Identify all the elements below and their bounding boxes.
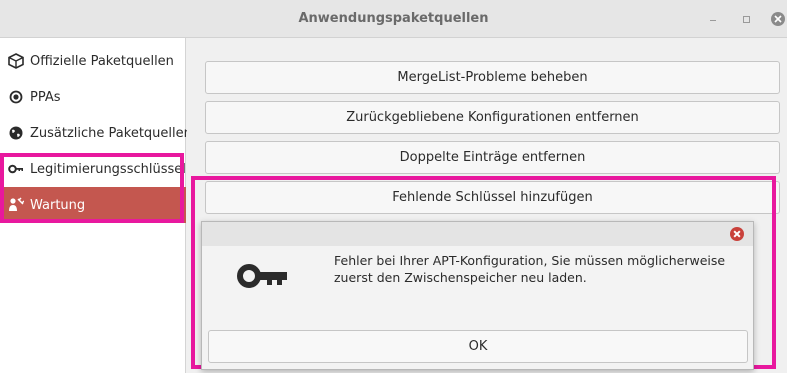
globe-icon (9, 126, 23, 140)
sidebar-item-ppas[interactable]: PPAs (0, 79, 186, 115)
sidebar-item-label: Legitimierungsschlüssel (30, 161, 186, 177)
close-icon (774, 15, 782, 23)
ok-button[interactable]: OK (208, 330, 748, 363)
remove-duplicates-button[interactable]: Doppelte Einträge entfernen (205, 141, 780, 174)
window-titlebar: Anwendungspaketquellen (0, 0, 787, 38)
ppa-radio-icon (9, 90, 23, 104)
sidebar-item-label: PPAs (30, 89, 61, 105)
minimize-icon[interactable] (706, 12, 720, 26)
dialog-close-button[interactable] (730, 227, 744, 241)
sidebar-item-label: Wartung (30, 197, 86, 213)
sidebar-item-label: Offizielle Paketquellen (30, 53, 174, 69)
window-title: Anwendungspaketquellen (298, 11, 489, 26)
dialog-titlebar (202, 222, 753, 246)
purge-residual-config-button[interactable]: Zurückgebliebene Konfigurationen entfern… (205, 101, 780, 134)
dialog-message: Fehler bei Ihrer APT-Konfiguration, Sie … (334, 253, 726, 285)
add-missing-keys-button[interactable]: Fehlende Schlüssel hinzufügen (205, 181, 780, 214)
fix-mergelist-button[interactable]: MergeList-Probleme beheben (205, 61, 780, 94)
key-icon (237, 264, 287, 288)
maximize-icon[interactable] (739, 12, 753, 26)
sidebar-item-label: Zusätzliche Paketquellen (30, 125, 192, 141)
sidebar-item-additional-sources[interactable]: Zusätzliche Paketquellen (0, 115, 192, 151)
sidebar-item-keys[interactable]: Legitimierungsschlüssel (0, 151, 186, 187)
sidebar-item-official-sources[interactable]: Offizielle Paketquellen (0, 43, 186, 79)
package-icon (8, 53, 24, 69)
sidebar-item-maintenance[interactable]: Wartung (0, 187, 186, 223)
close-window-button[interactable] (771, 12, 785, 26)
maintenance-icon (9, 197, 24, 211)
key-icon (8, 164, 23, 174)
error-dialog: Fehler bei Ihrer APT-Konfiguration, Sie … (201, 221, 754, 370)
sidebar: Offizielle Paketquellen PPAs Zusätzliche… (0, 38, 192, 373)
